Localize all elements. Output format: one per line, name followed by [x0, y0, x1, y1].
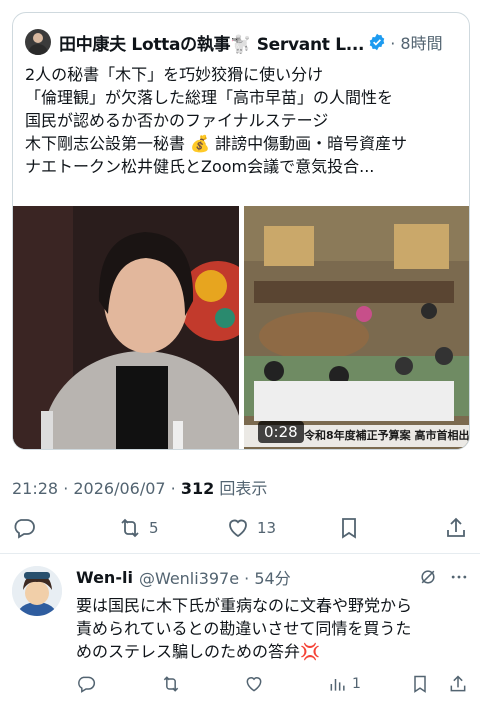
reply-views-button[interactable]: 1 — [328, 672, 361, 696]
views-icon — [330, 679, 345, 691]
reply-actions-bar: 1 — [76, 672, 470, 698]
reply-text-line: 責められているとの勘違いさせて同情を買うた — [76, 619, 412, 638]
verified-badge-icon — [369, 33, 385, 51]
share-button[interactable] — [444, 513, 468, 543]
bookmark-icon — [342, 518, 356, 539]
repost-icon — [163, 676, 179, 692]
parliament-video-illustration — [244, 206, 469, 449]
media-photo[interactable] — [13, 206, 239, 449]
quoted-post-header: 田中康夫 Lottaの執事🐩 Servant L... · 8時間 — [25, 27, 459, 57]
quoted-author-name[interactable]: 田中康夫 Lottaの執事🐩 Servant L... — [59, 30, 364, 55]
reply-author-handle[interactable]: @Wenli397e · 54分 — [139, 565, 291, 589]
reply-text: 要は国民に木下氏が重病なのに文春や野党から 責められているとの勘違いさせて同情を… — [76, 594, 470, 663]
quoted-post-time[interactable]: · 8時間 — [390, 30, 442, 54]
quoted-post-text: 2人の秘書「木下」を巧妙狡猾に使い分け 「倫理観」が欠落した総理「高市早苗」の人… — [25, 63, 461, 178]
bookmark-button[interactable] — [337, 513, 361, 543]
reply-icon — [14, 519, 35, 539]
reply-text-line: めのステレス騙しのための答弁💢 — [76, 642, 320, 661]
video-duration-badge: 0:28 — [258, 421, 304, 443]
share-icon — [447, 517, 465, 537]
reply-reply-button[interactable] — [76, 672, 96, 696]
reply-author-avatar[interactable] — [12, 566, 62, 616]
share-icon — [450, 675, 466, 692]
reply-like-button[interactable] — [244, 672, 264, 696]
heart-icon — [246, 677, 262, 692]
quoted-text-line: 木下剛志公設第一秘書 💰 誹謗中傷動画・暗号資産サ — [25, 134, 408, 153]
repost-count: 5 — [149, 519, 159, 537]
reply-share-button[interactable] — [448, 672, 468, 696]
views-count: 312 — [180, 479, 215, 498]
repost-button[interactable]: 5 — [118, 513, 159, 543]
post-actions-bar: 5 13 — [12, 513, 470, 545]
avatar-illustration — [12, 566, 62, 616]
reply-text-line: 要は国民に木下氏が重病なのに文春や野党から — [76, 596, 413, 615]
like-button[interactable]: 13 — [226, 513, 276, 543]
reply-author-name[interactable]: Wen-li — [76, 568, 133, 587]
reply-icon — [78, 676, 96, 693]
quoted-text-line: 2人の秘書「木下」を巧妙狡猾に使い分け — [25, 65, 324, 84]
like-count: 13 — [257, 519, 277, 537]
post-meta: 21:28 · 2026/06/07 · 312 回表示 — [12, 475, 267, 499]
politician-photo-illustration — [13, 206, 239, 449]
quoted-text-line: 国民が認めるか否かのファイナルステージ — [25, 111, 329, 130]
reply-bookmark-button[interactable] — [410, 672, 430, 696]
reply-repost-button[interactable] — [161, 672, 181, 696]
grok-icon[interactable] — [418, 567, 438, 587]
reply-button[interactable] — [12, 513, 36, 543]
reply-views-count: 1 — [352, 676, 361, 692]
repost-icon — [121, 518, 139, 538]
media-video[interactable]: 令和8年度補正予算案 高市首相出席で 0:28 — [244, 206, 469, 449]
quoted-author-avatar[interactable] — [25, 29, 51, 55]
divider — [0, 553, 480, 554]
quoted-text-line: 「倫理観」が欠落した総理「高市早苗」の人間性を — [25, 88, 394, 107]
bookmark-icon — [414, 675, 426, 693]
more-icon[interactable] — [449, 567, 469, 587]
quoted-text-line: ナエトークン松井健氏とZoom会議で意気投合... — [25, 157, 375, 176]
heart-icon — [229, 519, 247, 538]
post-timestamp[interactable]: 21:28 · 2026/06/07 · — [12, 479, 181, 498]
reply-header: Wen-li @Wenli397e · 54分 — [76, 566, 470, 588]
views-label: 回表示 — [214, 479, 268, 498]
quoted-post-card[interactable]: 田中康夫 Lottaの執事🐩 Servant L... · 8時間 2人の秘書「… — [12, 12, 470, 450]
